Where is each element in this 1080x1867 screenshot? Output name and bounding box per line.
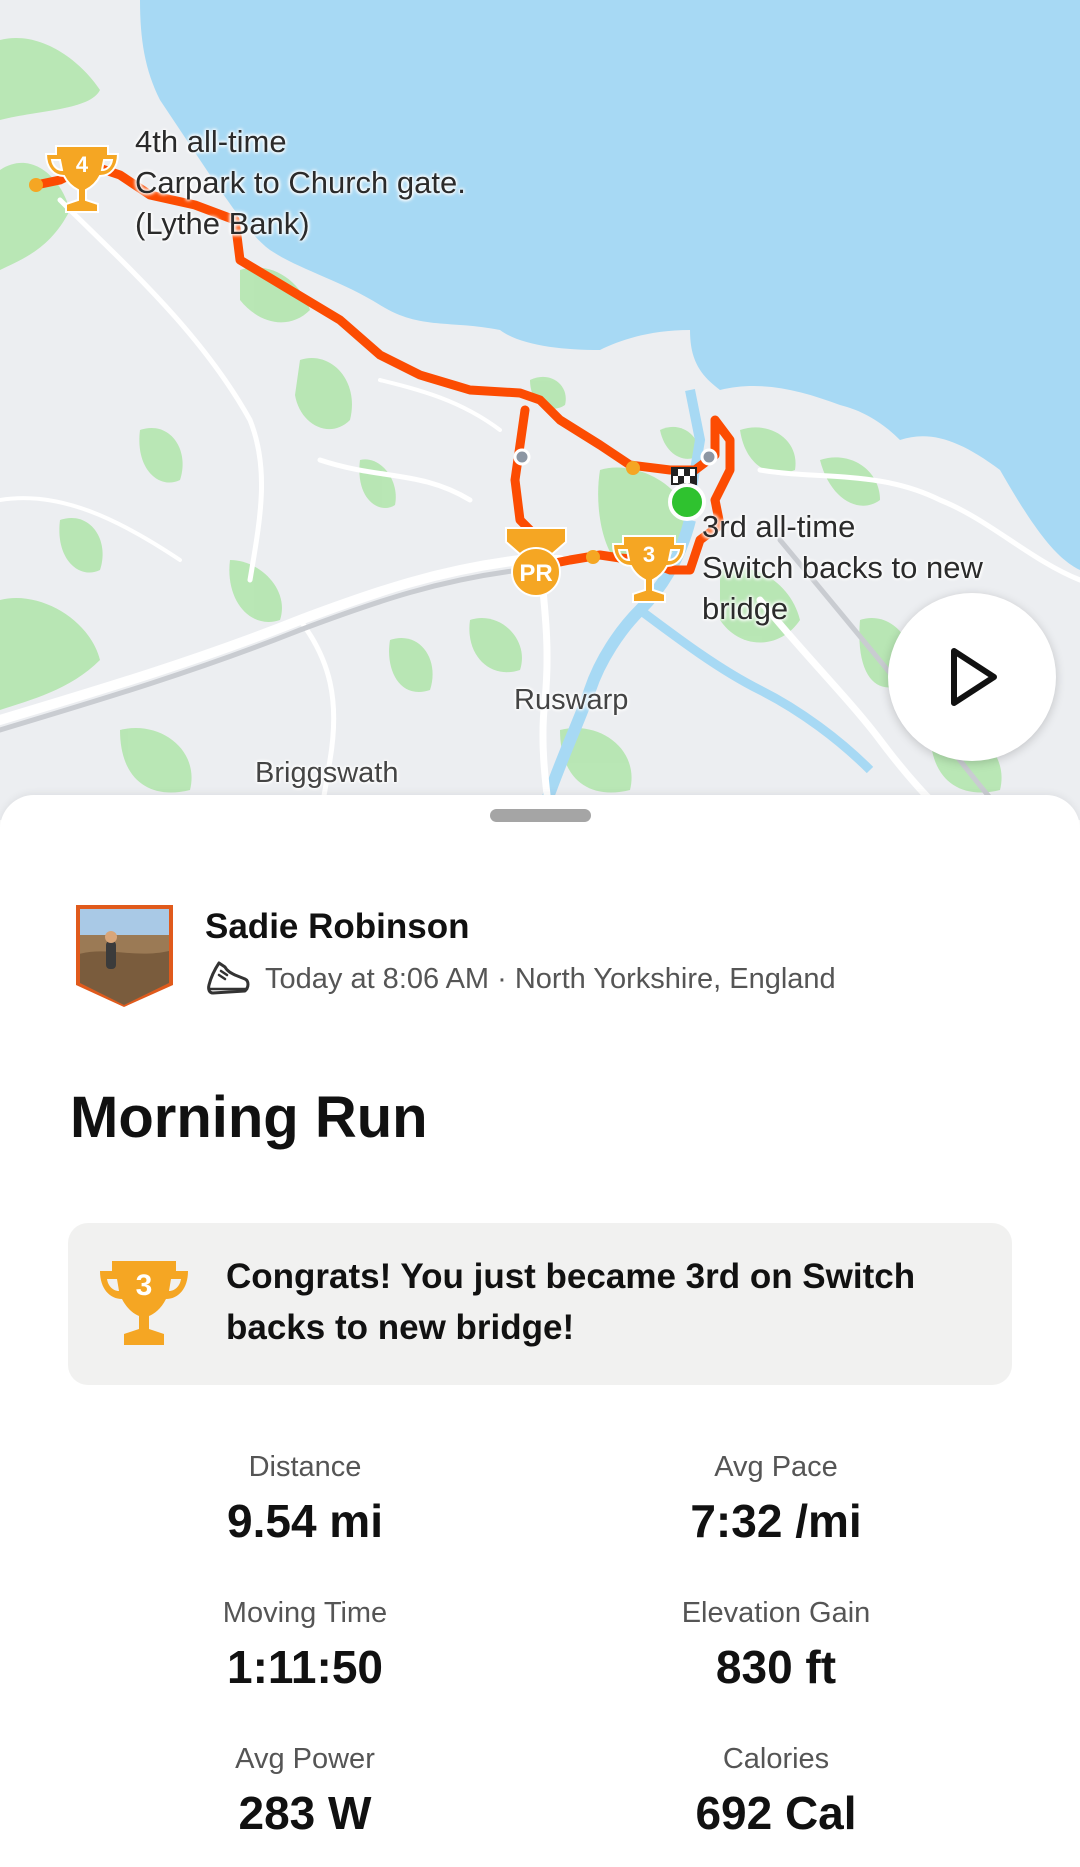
svg-text:3: 3	[136, 1269, 153, 1302]
flyover-play-button[interactable]	[888, 593, 1056, 761]
sheet-drag-handle[interactable]	[490, 809, 591, 822]
stat-value: 9.54 mi	[227, 1495, 383, 1547]
stat-label: Distance	[248, 1451, 362, 1483]
stat-value: 830 ft	[715, 1641, 837, 1693]
stat-calories: Calories 692 Cal	[506, 1742, 1046, 1840]
stat-value: 283 W	[238, 1787, 372, 1839]
achievement-message: Congrats! You just became 3rd on Switch …	[226, 1257, 916, 1347]
avatar[interactable]	[76, 905, 173, 1007]
segment-trophy-3-icon[interactable]: 3	[611, 528, 687, 610]
stat-label: Elevation Gain	[681, 1597, 871, 1629]
segment-label-lythe-bank: 4th all-time Carpark to Church gate. (Ly…	[135, 121, 466, 244]
stat-avg-power: Avg Power 283 W	[35, 1742, 575, 1840]
activity-title: Morning Run	[70, 1085, 428, 1150]
stat-label: Avg Pace	[714, 1451, 838, 1483]
segment-name-text: Carpark to Church gate.	[135, 165, 466, 200]
segment-name-text-continued: (Lythe Bank)	[135, 206, 310, 241]
place-label-ruswarp: Ruswarp	[514, 684, 629, 716]
athlete-name[interactable]: Sadie Robinson	[205, 907, 836, 947]
stat-value: 1:11:50	[226, 1641, 383, 1693]
segment-rank-text: 4th all-time	[135, 124, 287, 159]
running-shoe-icon	[207, 961, 250, 995]
stat-moving-time: Moving Time 1:11:50	[35, 1596, 575, 1694]
stat-value: 692 Cal	[695, 1787, 857, 1839]
activity-details-sheet: Sadie Robinson Today at 8:06 AM · North …	[0, 795, 1080, 1867]
stat-label: Calories	[722, 1743, 830, 1775]
stat-elevation-gain: Elevation Gain 830 ft	[506, 1596, 1046, 1694]
stat-label: Avg Power	[235, 1743, 375, 1775]
achievement-banner[interactable]: 3 Congrats! You just became 3rd on Switc…	[68, 1223, 1012, 1385]
segment-rank-text: 3rd all-time	[702, 509, 856, 544]
athlete-header[interactable]: Sadie Robinson Today at 8:06 AM · North …	[76, 905, 836, 1007]
stat-distance: Distance 9.54 mi	[35, 1450, 575, 1548]
svg-text:4: 4	[76, 152, 89, 177]
route-map[interactable]: 4 3 PR 4th all-time Carpark to Church ga…	[0, 0, 1080, 820]
play-icon	[951, 648, 997, 706]
stat-label: Moving Time	[222, 1597, 388, 1629]
svg-text:3: 3	[643, 542, 655, 567]
activity-time-location: Today at 8:06 AM · North Yorkshire, Engl…	[265, 962, 836, 995]
stat-avg-pace: Avg Pace 7:32 /mi	[506, 1450, 1046, 1548]
place-label-briggswath: Briggswath	[255, 757, 399, 789]
segment-name-text: Switch backs to new	[702, 550, 983, 585]
trophy-icon: 3	[100, 1261, 188, 1345]
stat-value: 7:32 /mi	[690, 1495, 862, 1547]
segment-trophy-4-icon[interactable]: 4	[44, 138, 120, 220]
svg-text:PR: PR	[519, 560, 552, 587]
personal-record-medal-icon[interactable]: PR	[500, 524, 572, 600]
